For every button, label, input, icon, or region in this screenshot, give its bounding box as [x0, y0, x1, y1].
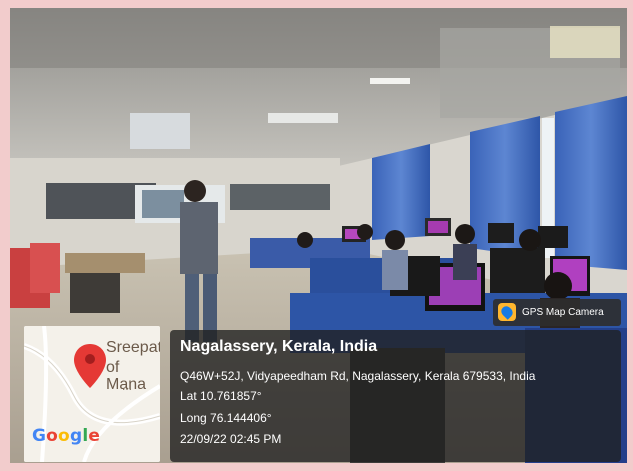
- google-letter: g: [69, 426, 83, 446]
- gps-camera-badge: GPS Map Camera: [493, 299, 621, 326]
- map-place-label-line1: Sreepat: [106, 339, 160, 356]
- latitude-line: Lat 10.761857°: [180, 389, 262, 403]
- google-letter: o: [58, 426, 70, 446]
- location-info-panel: Nagalassery, Kerala, India Q46W+52J, Vid…: [170, 330, 621, 462]
- map-pin-icon: [498, 303, 516, 321]
- google-letter: e: [88, 426, 101, 446]
- address-line: Q46W+52J, Vidyapeedham Rd, Nagalassery, …: [180, 369, 536, 383]
- map-place-label-line2: of Mana: [106, 359, 147, 393]
- google-letter: G: [32, 426, 47, 446]
- location-title: Nagalassery, Kerala, India: [180, 338, 378, 355]
- datetime-line: 22/09/22 02:45 PM: [180, 432, 282, 446]
- google-logo: Google: [32, 426, 100, 446]
- map-ellipsis: ...: [122, 379, 133, 393]
- longitude-line: Long 76.144406°: [180, 411, 272, 425]
- google-letter: o: [46, 426, 59, 446]
- map-thumbnail: Sreepat of Mana ... Google: [24, 326, 160, 462]
- badge-label: GPS Map Camera: [522, 307, 604, 318]
- photo-frame: GPS Map Camera Sreepat of Mana ... Googl…: [0, 0, 633, 471]
